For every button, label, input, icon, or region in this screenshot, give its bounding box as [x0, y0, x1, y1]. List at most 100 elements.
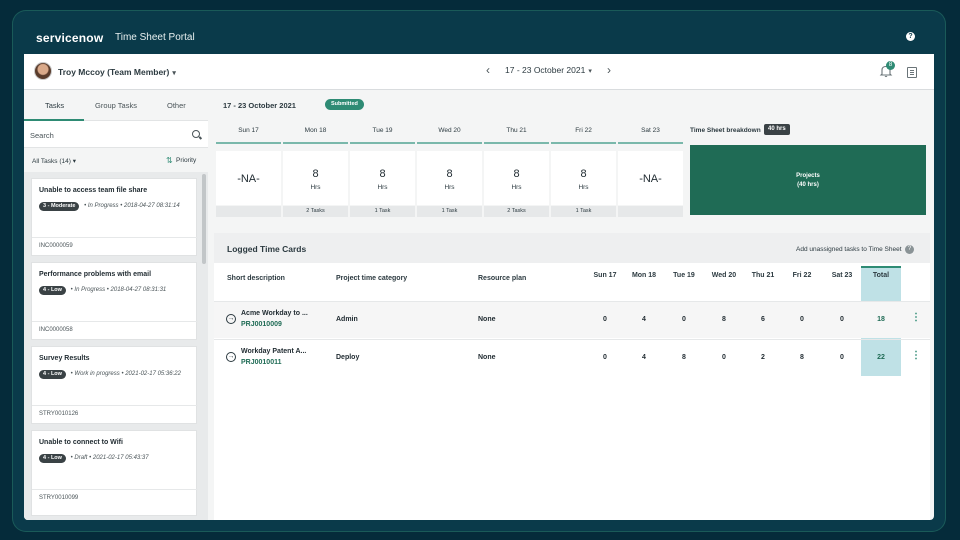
sort-icon[interactable]: ⇅ [166, 156, 173, 165]
header-bar: Troy Mccoy (Team Member) ▾ ‹ 17 - 23 Octo… [24, 54, 934, 90]
next-week-button[interactable]: › [607, 63, 611, 77]
notification-badge: 8 [886, 61, 895, 70]
day-name: Fri 22 [575, 127, 592, 134]
task-filter-dropdown[interactable]: All Tasks (14) ▾ [32, 157, 76, 165]
tab-tasks[interactable]: Tasks [45, 101, 64, 110]
day-column[interactable]: Sun 17 -NA- [216, 122, 281, 217]
add-unassigned-tasks-link[interactable]: Add unassigned tasks to Time Sheet [796, 246, 902, 253]
task-card[interactable]: Performance problems with email 4 - Low … [31, 262, 198, 340]
day-hours: 8 [580, 168, 587, 180]
day-unit: Hrs [310, 184, 321, 191]
sort-priority[interactable]: Priority [176, 157, 196, 164]
day-hours-box: 8 Hrs [417, 151, 482, 205]
bullet: • [70, 287, 73, 293]
task-card[interactable]: Survey Results 4 - Low • Work in progres… [31, 346, 198, 424]
day-task-count: 2 Tasks [484, 206, 549, 217]
app-window: Troy Mccoy (Team Member) ▾ ‹ 17 - 23 Octo… [24, 54, 934, 520]
day-underline [216, 142, 281, 144]
day-name: Tue 19 [372, 127, 393, 134]
task-tabs: Tasks Group Tasks Other [24, 91, 208, 121]
day-column[interactable]: Thu 21 8 Hrs 2 Tasks [484, 122, 549, 217]
priority-badge: 4 - Low [39, 454, 66, 463]
task-title: Unable to access team file share [39, 187, 148, 194]
chevron-down-icon: ▾ [72, 158, 76, 165]
day-unit: Hrs [578, 184, 589, 191]
row-description: Workday Patent A... [241, 348, 307, 355]
row-hours: 0 [840, 354, 844, 361]
document-icon[interactable] [907, 67, 917, 78]
table-row[interactable]: → Workday Patent A... PRJ0010011 Deploy … [214, 339, 930, 376]
more-options-icon[interactable]: ⋮ [911, 312, 921, 323]
day-underline [283, 142, 348, 144]
arrow-right-icon[interactable]: → [226, 352, 236, 362]
bullet: • [70, 371, 73, 377]
help-icon[interactable]: ? [905, 245, 914, 254]
task-card[interactable]: Unable to connect to Wifi 4 - Low • Draf… [31, 430, 198, 516]
row-hours: 0 [722, 354, 726, 361]
task-status: In Progress [87, 203, 119, 209]
arrow-right-icon[interactable]: → [226, 314, 236, 324]
day-column[interactable]: Mon 18 8 Hrs 2 Tasks [283, 122, 348, 217]
day-column[interactable]: Wed 20 8 Hrs 1 Task [417, 122, 482, 217]
column-header: Fri 22 [792, 272, 812, 279]
divider [32, 237, 198, 238]
tab-group-tasks[interactable]: Group Tasks [95, 101, 137, 110]
task-meta: 4 - Low • In Progress • 2018-04-27 08:31… [39, 285, 191, 295]
column-header: Wed 20 [711, 272, 737, 279]
day-column[interactable]: Sat 23 -NA- [618, 122, 683, 217]
user-menu[interactable]: Troy Mccoy (Team Member) ▾ [58, 67, 176, 77]
row-hours: 0 [603, 354, 607, 361]
help-icon[interactable]: ? [906, 32, 915, 41]
task-card[interactable]: Unable to access team file share 3 - Mod… [31, 178, 198, 256]
row-hours: 2 [761, 354, 765, 361]
prev-week-button[interactable]: ‹ [486, 63, 490, 77]
day-task-count [618, 206, 683, 217]
task-id: INC0000058 [39, 327, 73, 333]
column-header[interactable]: Resource plan [478, 275, 526, 282]
table-row[interactable]: → Acme Workday to ... PRJ0010009 Admin N… [214, 301, 930, 338]
search-input[interactable]: Search [24, 122, 208, 148]
row-hours: 6 [761, 316, 765, 323]
task-id: INC0000059 [39, 243, 73, 249]
scrollbar[interactable] [202, 174, 206, 264]
day-task-count: 1 Task [551, 206, 616, 217]
task-date: 2021-02-17 05:43:37 [92, 455, 149, 461]
day-unit: Hrs [444, 184, 455, 191]
chevron-down-icon: ▾ [588, 68, 592, 75]
divider [32, 489, 198, 490]
row-description: Acme Workday to ... [241, 310, 308, 317]
column-header[interactable]: Project time category [336, 275, 407, 282]
bullet: • [70, 455, 73, 461]
logged-time-cards: Logged Time Cards Add unassigned tasks t… [214, 233, 930, 520]
project-link[interactable]: PRJ0010009 [241, 321, 282, 328]
day-hours-box: 8 Hrs [551, 151, 616, 205]
priority-badge: 4 - Low [39, 286, 66, 295]
task-status: Work in progress [74, 371, 120, 377]
day-hours-box: 8 Hrs [484, 151, 549, 205]
task-status: Draft [74, 455, 88, 461]
day-unit: Hrs [511, 184, 522, 191]
project-link[interactable]: PRJ0010011 [241, 359, 281, 366]
bullet: • [120, 203, 123, 209]
row-total: 18 [877, 316, 885, 323]
breakdown-hours-badge: 40 hrs [764, 124, 790, 135]
day-underline [350, 142, 415, 144]
breakdown-projects-block[interactable]: Projects (40 hrs) [690, 145, 926, 215]
day-column[interactable]: Tue 19 8 Hrs 1 Task [350, 122, 415, 217]
cards-header: Logged Time Cards Add unassigned tasks t… [214, 233, 930, 263]
week-selector[interactable]: 17 - 23 October 2021 ▾ [505, 65, 592, 75]
column-header: Total [872, 272, 890, 279]
divider [32, 321, 198, 322]
day-column[interactable]: Fri 22 8 Hrs 1 Task [551, 122, 616, 217]
day-task-count: 1 Task [417, 206, 482, 217]
tab-other[interactable]: Other [167, 101, 186, 110]
row-category: Admin [336, 316, 358, 323]
column-header[interactable]: Short description [227, 275, 285, 282]
more-options-icon[interactable]: ⋮ [911, 350, 921, 361]
day-hours-box: -NA- [216, 151, 281, 205]
search-icon[interactable] [192, 130, 200, 138]
task-sidebar: Tasks Group Tasks Other Search All Tasks… [24, 91, 208, 520]
day-name: Mon 18 [304, 127, 327, 134]
avatar[interactable] [34, 62, 52, 80]
day-hours-box: 8 Hrs [283, 151, 348, 205]
